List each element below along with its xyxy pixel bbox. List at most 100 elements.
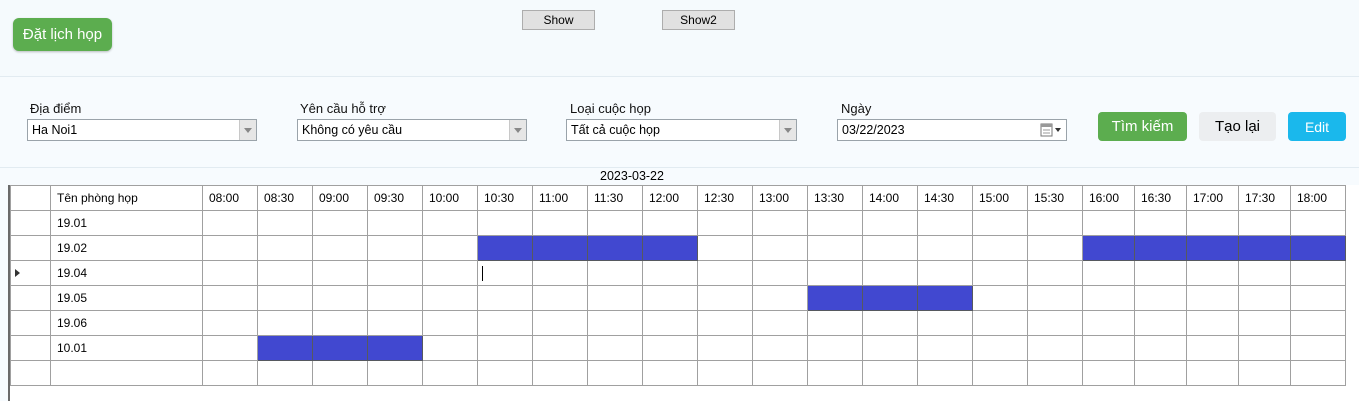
- row-selector[interactable]: [10, 235, 51, 261]
- time-slot-cell[interactable]: [367, 210, 423, 236]
- time-slot-cell[interactable]: [1027, 260, 1083, 286]
- time-slot-cell[interactable]: [367, 285, 423, 311]
- booked-slot-cell[interactable]: [862, 285, 918, 311]
- time-slot-cell[interactable]: [642, 285, 698, 311]
- booked-slot-cell[interactable]: [367, 335, 423, 361]
- time-slot-cell[interactable]: [642, 260, 698, 286]
- time-slot-cell[interactable]: [1082, 310, 1135, 336]
- time-slot-cell[interactable]: [642, 360, 698, 386]
- time-slot-cell[interactable]: [1134, 285, 1187, 311]
- table-row[interactable]: [10, 360, 1346, 386]
- time-slot-cell[interactable]: [202, 310, 258, 336]
- time-slot-cell[interactable]: [1134, 260, 1187, 286]
- show-button[interactable]: Show: [522, 10, 595, 30]
- booked-slot-cell[interactable]: [642, 235, 698, 261]
- time-slot-cell[interactable]: [972, 310, 1028, 336]
- time-slot-cell[interactable]: [532, 210, 588, 236]
- time-slot-cell[interactable]: [752, 210, 808, 236]
- book-meeting-button[interactable]: Đặt lịch họp: [13, 18, 112, 51]
- room-name-cell[interactable]: 19.01: [50, 210, 203, 236]
- time-slot-cell[interactable]: [587, 310, 643, 336]
- time-slot-cell[interactable]: [422, 260, 478, 286]
- meeting-type-select[interactable]: Tất cả cuộc họp: [566, 119, 797, 141]
- time-slot-cell[interactable]: [642, 210, 698, 236]
- time-slot-cell[interactable]: [1134, 335, 1187, 361]
- time-slot-cell[interactable]: [1082, 335, 1135, 361]
- time-slot-cell[interactable]: [587, 285, 643, 311]
- row-selector[interactable]: [10, 335, 51, 361]
- room-name-cell[interactable]: 10.01: [50, 335, 203, 361]
- time-slot-cell[interactable]: [1186, 285, 1239, 311]
- time-slot-cell[interactable]: [862, 260, 918, 286]
- time-slot-cell[interactable]: [1134, 210, 1187, 236]
- time-slot-cell[interactable]: [972, 210, 1028, 236]
- time-slot-cell[interactable]: [697, 360, 753, 386]
- table-row[interactable]: 19.05: [10, 285, 1346, 311]
- time-slot-cell[interactable]: [1186, 335, 1239, 361]
- time-slot-cell[interactable]: [1134, 310, 1187, 336]
- calendar-icon[interactable]: [1040, 123, 1062, 137]
- time-slot-cell[interactable]: [807, 210, 863, 236]
- booked-slot-cell[interactable]: [1238, 235, 1291, 261]
- room-name-cell[interactable]: 19.06: [50, 310, 203, 336]
- time-slot-cell[interactable]: [1238, 310, 1291, 336]
- time-slot-cell[interactable]: [1290, 285, 1346, 311]
- time-slot-cell[interactable]: [1238, 335, 1291, 361]
- time-slot-cell[interactable]: [1082, 360, 1135, 386]
- time-slot-cell[interactable]: [312, 360, 368, 386]
- booked-slot-cell[interactable]: [807, 285, 863, 311]
- booked-slot-cell[interactable]: [587, 235, 643, 261]
- search-button[interactable]: Tìm kiếm: [1098, 112, 1187, 141]
- time-slot-cell[interactable]: [972, 285, 1028, 311]
- time-slot-cell[interactable]: [422, 285, 478, 311]
- reset-button[interactable]: Tạo lại: [1199, 112, 1276, 141]
- table-row[interactable]: 19.04: [10, 260, 1346, 286]
- time-slot-cell[interactable]: [367, 235, 423, 261]
- time-slot-cell[interactable]: [807, 310, 863, 336]
- time-slot-cell[interactable]: [257, 260, 313, 286]
- booked-slot-cell[interactable]: [1082, 235, 1135, 261]
- time-slot-cell[interactable]: [752, 310, 808, 336]
- time-slot-cell[interactable]: [972, 360, 1028, 386]
- time-slot-cell[interactable]: [807, 335, 863, 361]
- booked-slot-cell[interactable]: [917, 285, 973, 311]
- time-slot-cell[interactable]: [477, 335, 533, 361]
- time-slot-cell[interactable]: [202, 260, 258, 286]
- table-row[interactable]: 10.01: [10, 335, 1346, 361]
- booked-slot-cell[interactable]: [1290, 235, 1346, 261]
- time-slot-cell[interactable]: [1186, 360, 1239, 386]
- time-slot-cell[interactable]: [862, 335, 918, 361]
- room-name-cell[interactable]: 19.04: [50, 260, 203, 286]
- time-slot-cell[interactable]: [1186, 210, 1239, 236]
- table-row[interactable]: 19.06: [10, 310, 1346, 336]
- time-slot-cell[interactable]: [1238, 260, 1291, 286]
- time-slot-cell[interactable]: [312, 210, 368, 236]
- time-slot-cell[interactable]: [1027, 285, 1083, 311]
- time-slot-cell[interactable]: [1134, 360, 1187, 386]
- time-slot-cell[interactable]: [532, 260, 588, 286]
- time-slot-cell[interactable]: [477, 260, 533, 286]
- time-slot-cell[interactable]: [1290, 310, 1346, 336]
- room-name-cell[interactable]: 19.02: [50, 235, 203, 261]
- time-slot-cell[interactable]: [477, 210, 533, 236]
- time-slot-cell[interactable]: [697, 285, 753, 311]
- time-slot-cell[interactable]: [1290, 360, 1346, 386]
- time-slot-cell[interactable]: [807, 235, 863, 261]
- time-slot-cell[interactable]: [1238, 360, 1291, 386]
- chevron-down-icon[interactable]: [779, 120, 796, 140]
- time-slot-cell[interactable]: [312, 235, 368, 261]
- time-slot-cell[interactable]: [422, 235, 478, 261]
- time-slot-cell[interactable]: [807, 260, 863, 286]
- table-row[interactable]: 19.01: [10, 210, 1346, 236]
- time-slot-cell[interactable]: [422, 310, 478, 336]
- time-slot-cell[interactable]: [972, 260, 1028, 286]
- time-slot-cell[interactable]: [862, 210, 918, 236]
- room-name-cell[interactable]: [50, 360, 203, 386]
- table-row[interactable]: 19.02: [10, 235, 1346, 261]
- time-slot-cell[interactable]: [1082, 285, 1135, 311]
- time-slot-cell[interactable]: [807, 360, 863, 386]
- time-slot-cell[interactable]: [202, 335, 258, 361]
- time-slot-cell[interactable]: [917, 210, 973, 236]
- row-selector[interactable]: [10, 310, 51, 336]
- time-slot-cell[interactable]: [532, 285, 588, 311]
